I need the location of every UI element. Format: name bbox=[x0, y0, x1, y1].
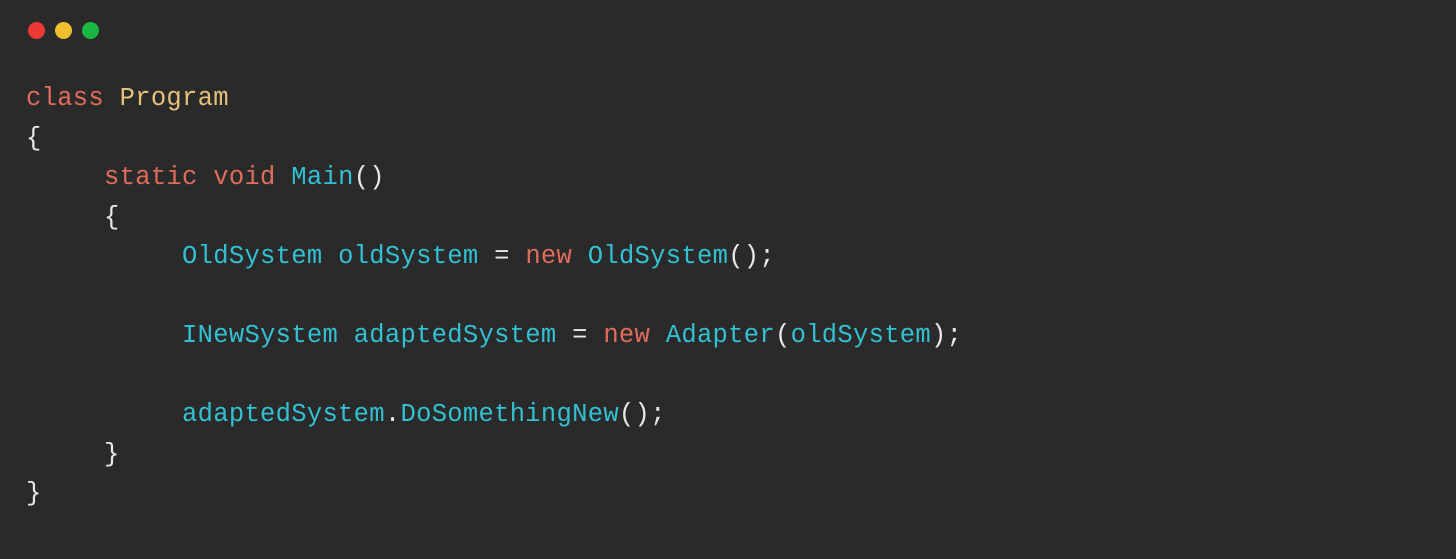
method-dosomethingnew: DoSomethingNew bbox=[400, 400, 618, 429]
brace-close: } bbox=[104, 440, 120, 469]
code-line: adaptedSystem.DoSomethingNew(); bbox=[26, 395, 1456, 435]
var-oldsystem: oldSystem bbox=[338, 242, 478, 271]
equals: = bbox=[557, 321, 604, 350]
brace-open: { bbox=[104, 203, 120, 232]
arg-oldsystem: oldSystem bbox=[791, 321, 931, 350]
space bbox=[104, 84, 120, 113]
semicolon: ; bbox=[947, 321, 963, 350]
indent bbox=[26, 440, 104, 469]
code-block: class Program { static void Main() { Old… bbox=[0, 39, 1456, 514]
ctor-oldsystem: OldSystem bbox=[588, 242, 728, 271]
keyword-new: new bbox=[603, 321, 650, 350]
code-line: { bbox=[26, 198, 1456, 238]
code-line: { bbox=[26, 119, 1456, 159]
ctor-adapter: Adapter bbox=[666, 321, 775, 350]
space bbox=[650, 321, 666, 350]
equals: = bbox=[479, 242, 526, 271]
type-oldsystem: OldSystem bbox=[182, 242, 322, 271]
brace-close: } bbox=[26, 479, 42, 508]
indent bbox=[26, 203, 104, 232]
brace-open: { bbox=[26, 124, 42, 153]
parens: () bbox=[728, 242, 759, 271]
indent bbox=[26, 163, 104, 192]
paren-close: ) bbox=[931, 321, 947, 350]
code-line: INewSystem adaptedSystem = new Adapter(o… bbox=[26, 316, 1456, 356]
code-line: } bbox=[26, 435, 1456, 475]
keyword-new: new bbox=[525, 242, 572, 271]
parens: () bbox=[619, 400, 650, 429]
keyword-static: static bbox=[104, 163, 198, 192]
space bbox=[322, 242, 338, 271]
semicolon: ; bbox=[759, 242, 775, 271]
minimize-icon[interactable] bbox=[55, 22, 72, 39]
space bbox=[572, 242, 588, 271]
code-line: class Program bbox=[26, 79, 1456, 119]
code-line: } bbox=[26, 474, 1456, 514]
semicolon: ; bbox=[650, 400, 666, 429]
indent bbox=[26, 400, 182, 429]
keyword-class: class bbox=[26, 84, 104, 113]
keyword-void: void bbox=[213, 163, 275, 192]
class-name: Program bbox=[120, 84, 229, 113]
dot-operator: . bbox=[385, 400, 401, 429]
window-controls bbox=[0, 0, 1456, 39]
space bbox=[276, 163, 292, 192]
var-adaptedsystem: adaptedSystem bbox=[182, 400, 385, 429]
code-line-blank bbox=[26, 356, 1456, 396]
space bbox=[338, 321, 354, 350]
indent bbox=[26, 321, 182, 350]
parens: () bbox=[354, 163, 385, 192]
space bbox=[198, 163, 214, 192]
code-line: OldSystem oldSystem = new OldSystem(); bbox=[26, 237, 1456, 277]
paren-open: ( bbox=[775, 321, 791, 350]
var-adaptedsystem: adaptedSystem bbox=[354, 321, 557, 350]
indent bbox=[26, 242, 182, 271]
close-icon[interactable] bbox=[28, 22, 45, 39]
maximize-icon[interactable] bbox=[82, 22, 99, 39]
type-inewsystem: INewSystem bbox=[182, 321, 338, 350]
method-main: Main bbox=[291, 163, 353, 192]
code-line-blank bbox=[26, 277, 1456, 317]
code-line: static void Main() bbox=[26, 158, 1456, 198]
